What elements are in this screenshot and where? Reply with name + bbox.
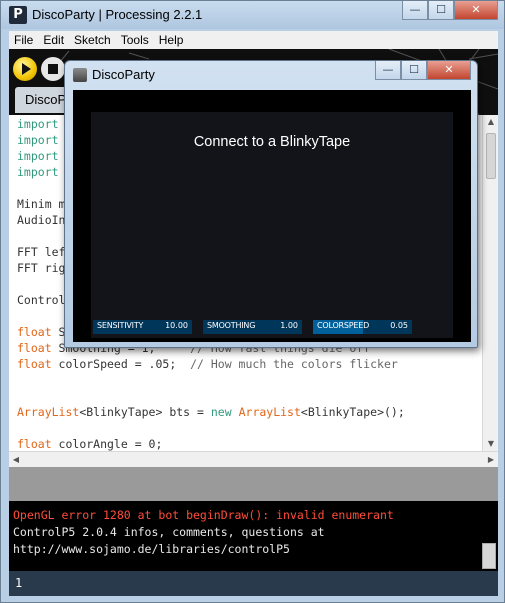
code-token: import [17,149,59,163]
code-line: import [17,165,59,181]
code-token: import [17,165,59,179]
code-token: ArrayList [238,405,301,419]
menu-file[interactable]: File [9,33,38,47]
main-title-bar[interactable]: P DiscoParty | Processing 2.2.1 — ☐ ✕ [1,1,504,29]
menu-bar: File Edit Sketch Tools Help [9,31,498,49]
sketch-maximize-button[interactable]: ☐ [401,61,427,80]
code-token: FFT rig [17,261,66,275]
status-bar: 1 [9,571,498,596]
menu-help[interactable]: Help [154,33,189,47]
code-token: float [17,437,52,451]
colorspeed-slider[interactable]: COLORSPEED 0.05 [313,320,412,334]
code-token: float [17,341,52,355]
sketch-close-button[interactable]: ✕ [427,61,471,80]
console-line: http://www.sojamo.de/libraries/controlP5 [13,542,290,556]
processing-app-icon: P [9,6,27,24]
code-line: ArrayList<BlinkyTape> bts = new ArrayLis… [17,405,405,421]
code-token: Control [17,293,66,307]
console-line: ControlP5 2.0.4 infos, comments, questio… [13,525,325,539]
code-line: Minim m [17,197,65,213]
smoothing-slider-label: SMOOTHING [207,321,256,330]
sketch-canvas[interactable]: Connect to a BlinkyTape SENSITIVITY 10.0… [91,112,453,338]
code-token: colorSpeed = .05; [51,357,177,371]
code-token: <BlinkyTape> bts = [79,405,211,419]
code-line: FFT lef [17,245,65,261]
colorspeed-slider-value: 0.05 [390,321,408,330]
maximize-button[interactable]: ☐ [428,1,454,20]
editor-scroll-thumb[interactable] [486,133,496,179]
code-line: import [17,133,59,149]
main-window-controls: — ☐ ✕ [402,1,498,20]
discoparty-sketch-window: DiscoParty — ☐ ✕ Connect to a BlinkyTape… [64,60,478,348]
stop-button[interactable] [41,57,65,81]
sketch-minimize-button[interactable]: — [375,61,401,80]
code-token: ArrayList [17,405,80,419]
scroll-left-arrow-icon[interactable]: ◀ [9,452,23,468]
code-token: import [17,117,59,131]
code-token: new [210,405,232,419]
code-token: AudioIn [17,213,66,227]
sketch-window-title: DiscoParty [92,67,155,82]
code-token: Minim m [17,197,66,211]
smoothing-slider-value: 1.00 [280,321,298,330]
colorspeed-slider-label: COLORSPEED [317,321,370,330]
menu-sketch[interactable]: Sketch [69,33,116,47]
run-button[interactable] [13,57,37,81]
code-line: Control [17,293,65,309]
minimize-button[interactable]: — [402,1,428,20]
console-output[interactable]: OpenGL error 1280 at bot beginDraw(): in… [9,501,498,571]
code-token: colorAngle = 0; [51,437,163,451]
scroll-up-arrow-icon[interactable]: ▲ [483,115,498,129]
sensitivity-slider[interactable]: SENSITIVITY 10.00 [93,320,192,334]
editor-horizontal-scrollbar[interactable]: ◀ ▶ [9,451,498,467]
close-button[interactable]: ✕ [454,1,498,20]
smoothing-slider[interactable]: SMOOTHING 1.00 [203,320,302,334]
main-window-title: DiscoParty | Processing 2.2.1 [32,7,203,22]
menu-edit[interactable]: Edit [38,33,69,47]
code-token: FFT lef [17,245,66,259]
scroll-down-arrow-icon[interactable]: ▼ [483,437,498,451]
line-number: 1 [15,576,23,590]
sketch-canvas-frame: Connect to a BlinkyTape SENSITIVITY 10.0… [73,90,471,342]
code-line: import [17,149,59,165]
editor-vertical-scrollbar[interactable]: ▲ ▼ [482,115,498,451]
code-line: float S [17,325,65,341]
code-line: float colorSpeed = .05; // How much the … [17,357,398,373]
sensitivity-slider-value: 10.00 [165,321,188,330]
code-line: import [17,117,59,133]
console-line: OpenGL error 1280 at bot beginDraw(): in… [13,508,394,522]
code-line: float colorAngle = 0; [17,437,162,451]
sketch-window-controls: — ☐ ✕ [375,61,471,80]
code-token: <BlinkyTape>(); [300,405,405,419]
sketch-window-icon [73,68,87,82]
code-token: float [17,325,52,339]
console-scroll-thumb[interactable] [482,543,496,569]
scroll-right-arrow-icon[interactable]: ▶ [484,452,498,468]
code-token: // How much the colors flicker [176,357,398,371]
menu-tools[interactable]: Tools [116,33,154,47]
connect-blinkytape-label[interactable]: Connect to a BlinkyTape [91,134,453,150]
code-token: import [17,133,59,147]
sensitivity-slider-label: SENSITIVITY [97,321,144,330]
code-line: AudioIn [17,213,65,229]
code-token: float [17,357,52,371]
message-bar [9,467,498,501]
code-line: FFT rig [17,261,65,277]
